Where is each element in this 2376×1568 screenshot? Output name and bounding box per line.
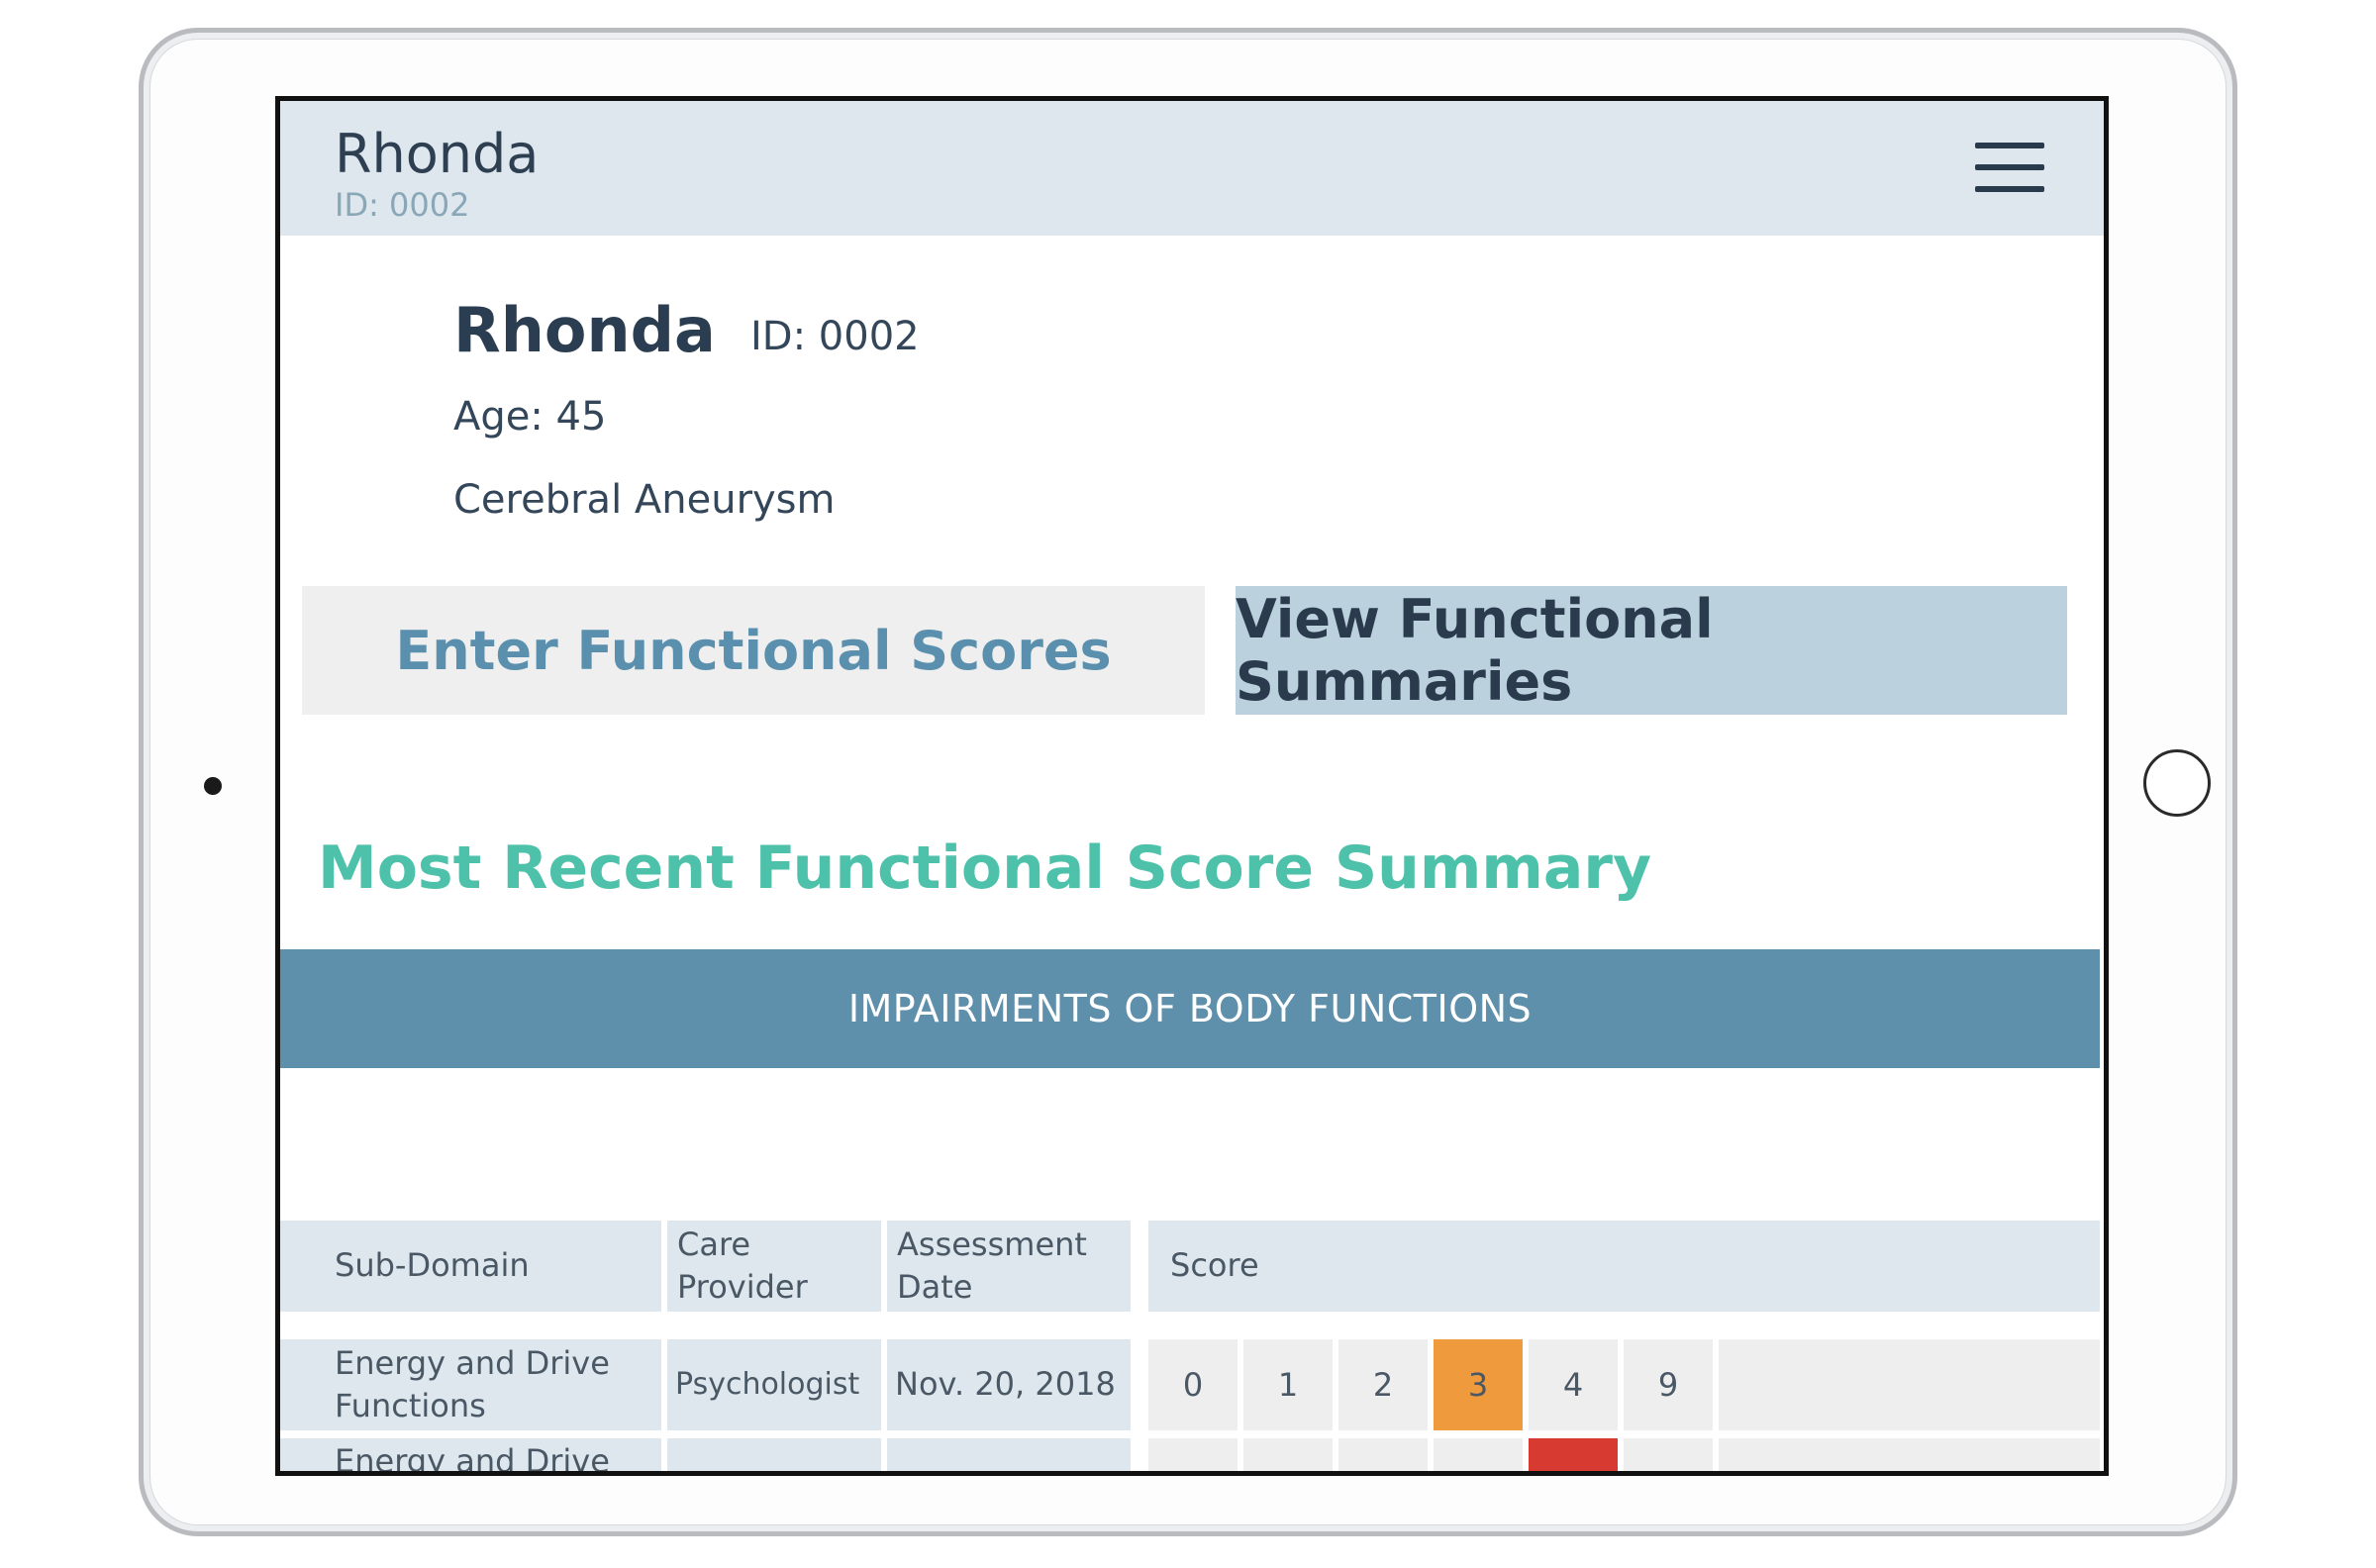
- row1-care-provider: Psychologist: [675, 1366, 860, 1402]
- score-option-0[interactable]: 0: [1148, 1339, 1238, 1430]
- top-bar: Rhonda ID: 0002: [280, 101, 2104, 236]
- score-option-1[interactable]: 1: [1243, 1339, 1333, 1430]
- table-row-date: [887, 1438, 1131, 1471]
- patient-name: Rhonda: [453, 294, 716, 366]
- patient-diagnosis: Cerebral Aneurysm: [453, 477, 836, 523]
- header-patient-id: ID: 0002: [335, 186, 470, 224]
- header-assessment-line2: Date: [897, 1268, 973, 1306]
- row2-sub-domain-line1: Energy and Drive: [335, 1442, 610, 1476]
- view-functional-summaries-button[interactable]: View Functional Summaries: [1236, 586, 2067, 715]
- domain-banner: IMPAIRMENTS OF BODY FUNCTIONS: [280, 949, 2100, 1068]
- table-row-date: Nov. 20, 2018: [887, 1339, 1131, 1430]
- score-option-2[interactable]: 2: [1338, 1339, 1428, 1430]
- menu-icon[interactable]: [1975, 143, 2044, 196]
- camera-dot: [204, 777, 222, 795]
- enter-functional-scores-button[interactable]: Enter Functional Scores: [302, 586, 1205, 715]
- patient-id: ID: 0002: [750, 314, 920, 359]
- row1-date: Nov. 20, 2018: [895, 1365, 1116, 1404]
- row2-score-option-3[interactable]: [1434, 1438, 1523, 1471]
- row1-sub-domain-line1: Energy and Drive: [335, 1343, 610, 1382]
- row1-sub-domain-line2: Functions: [335, 1387, 486, 1424]
- header-sub-domain-label: Sub-Domain: [335, 1246, 530, 1285]
- home-button[interactable]: [2143, 749, 2211, 817]
- header-care-provider: Care Provider: [667, 1221, 881, 1312]
- row2-score-option-4-selected[interactable]: [1529, 1438, 1618, 1471]
- row2-score-option-9[interactable]: [1624, 1438, 1713, 1471]
- section-title: Most Recent Functional Score Summary: [318, 833, 1652, 903]
- table-row-sub-domain: Energy and Drive: [280, 1438, 661, 1476]
- table-row-care-provider: [667, 1438, 881, 1471]
- app-screen: Rhonda ID: 0002 Rhonda ID: 0002 Age: 45 …: [275, 96, 2109, 1476]
- table-row-sub-domain: Energy and Drive Functions: [280, 1339, 661, 1430]
- score-option-9[interactable]: 9: [1624, 1339, 1713, 1430]
- header-score: Score: [1148, 1221, 2100, 1312]
- row2-score-option-2[interactable]: [1338, 1438, 1428, 1471]
- header-score-label: Score: [1170, 1246, 1259, 1285]
- score-row-filler: [1719, 1438, 2100, 1471]
- header-assessment-date: Assessment Date: [887, 1221, 1131, 1312]
- table-row-care-provider: Psychologist: [667, 1339, 881, 1430]
- score-option-4[interactable]: 4: [1529, 1339, 1618, 1430]
- score-option-3-selected[interactable]: 3: [1434, 1339, 1523, 1430]
- row2-score-option-0[interactable]: [1148, 1438, 1238, 1471]
- score-row-filler: [1719, 1339, 2100, 1430]
- header-assessment-line1: Assessment: [897, 1225, 1087, 1263]
- row2-score-option-1[interactable]: [1243, 1438, 1333, 1471]
- header-care-provider-line2: Provider: [677, 1268, 808, 1306]
- patient-age: Age: 45: [453, 394, 607, 440]
- header-care-provider-line1: Care: [677, 1225, 751, 1263]
- header-patient-name: Rhonda: [335, 123, 540, 185]
- header-sub-domain: Sub-Domain: [280, 1221, 661, 1312]
